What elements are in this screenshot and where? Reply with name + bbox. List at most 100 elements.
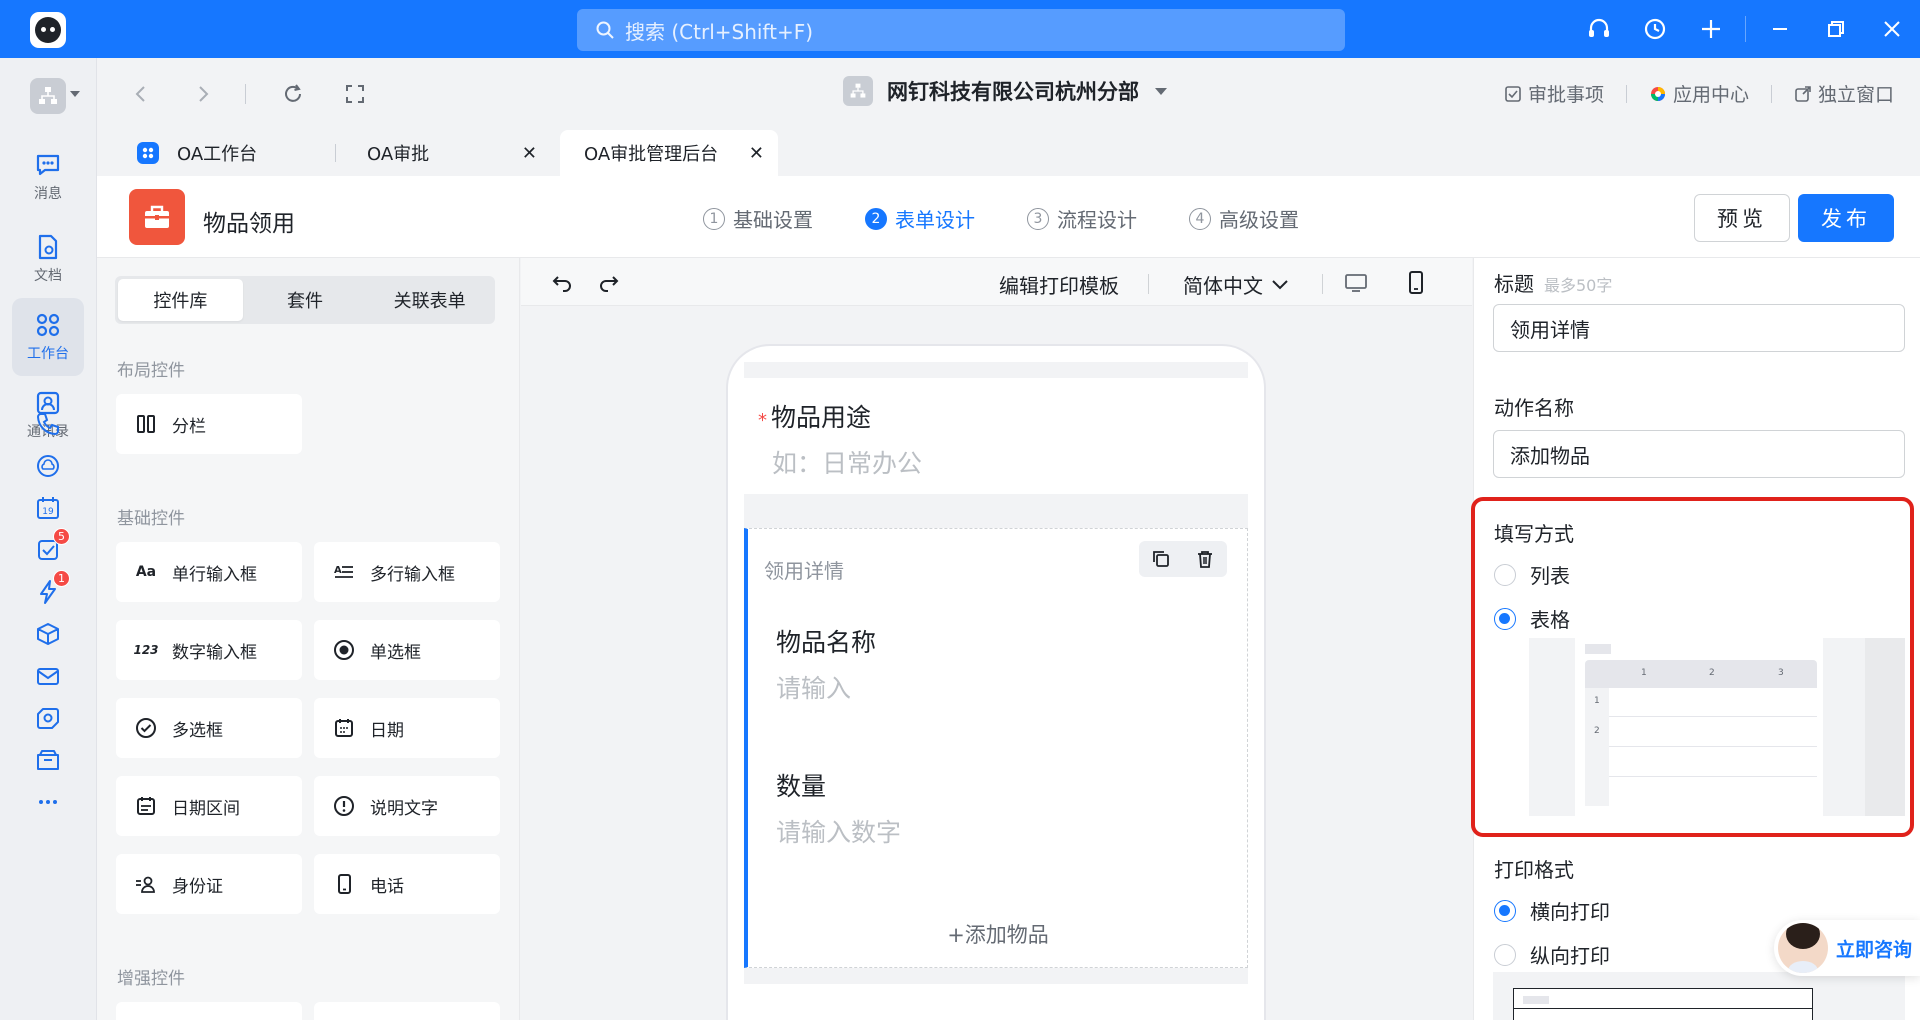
mobile-preview-icon[interactable] xyxy=(1403,270,1429,296)
undo-icon[interactable] xyxy=(549,270,575,296)
standalone-window-link[interactable]: 独立窗口 xyxy=(1780,80,1908,107)
enhanced-section-title: 增强控件 xyxy=(117,969,185,989)
tab-oa-workbench[interactable]: OA工作台 xyxy=(137,130,327,176)
approval-check-icon xyxy=(1505,85,1521,102)
phone-call-icon[interactable] xyxy=(32,408,64,440)
app-center-link[interactable]: 应用中心 xyxy=(1635,80,1763,107)
checkbox-icon xyxy=(134,716,158,740)
trash-icon[interactable] xyxy=(1195,549,1215,569)
dingtalk-logo[interactable] xyxy=(30,12,66,48)
widget-id-card[interactable]: 身份证 xyxy=(116,854,302,914)
support-avatar xyxy=(1778,923,1828,973)
cloud-icon[interactable] xyxy=(32,450,64,482)
mail-icon[interactable] xyxy=(32,660,64,692)
tab-oa-approval[interactable]: OA审批 ✕ xyxy=(367,130,537,176)
step-flow-design[interactable]: 3 流程设计 xyxy=(1027,204,1137,233)
date-icon xyxy=(332,716,356,740)
step-basic-settings[interactable]: 1 基础设置 xyxy=(703,204,813,233)
item-name-placeholder: 请输入 xyxy=(776,674,852,703)
widget-date[interactable]: 日期 xyxy=(314,698,500,758)
field-item-next[interactable] xyxy=(744,984,1248,1020)
tab-widget-library[interactable]: 控件库 xyxy=(118,279,243,321)
workbench-icon xyxy=(36,313,60,337)
add-item-button[interactable]: +添加物品 xyxy=(748,919,1248,949)
approval-items-link[interactable]: 审批事项 xyxy=(1490,80,1618,107)
redo-icon[interactable] xyxy=(596,270,622,296)
headset-icon[interactable] xyxy=(1571,0,1627,58)
copy-icon[interactable] xyxy=(1151,549,1171,569)
tab-oa-approval-admin[interactable]: OA审批管理后台 ✕ xyxy=(560,130,778,176)
widget-columns[interactable]: 分栏 xyxy=(116,394,302,454)
search-icon xyxy=(596,21,614,39)
browser-nav-row: 网钉科技有限公司杭州分部 审批事项 应用中心 独立窗口 xyxy=(97,58,1920,130)
publish-button[interactable]: 发布 xyxy=(1798,194,1894,242)
layout-section-title: 布局控件 xyxy=(117,361,185,381)
title-prop-label: 标题 xyxy=(1494,272,1534,296)
dock-item-docs[interactable]: 文档 xyxy=(12,220,84,298)
widget-description-text[interactable]: 说明文字 xyxy=(314,776,500,836)
tab-suite[interactable]: 套件 xyxy=(243,279,368,321)
oa-workbench-icon xyxy=(137,142,159,164)
drive-icon[interactable] xyxy=(32,702,64,734)
folder-icon[interactable] xyxy=(32,744,64,776)
fullscreen-icon[interactable] xyxy=(341,80,369,108)
close-window-icon[interactable] xyxy=(1864,0,1920,58)
dock-item-messages[interactable]: 消息 xyxy=(12,138,84,216)
refresh-icon[interactable] xyxy=(279,80,307,108)
cube-icon[interactable] xyxy=(32,618,64,650)
company-switcher[interactable]: 网钉科技有限公司杭州分部 xyxy=(843,76,1167,106)
title-input[interactable]: 领用详情 xyxy=(1493,304,1905,352)
history-icon[interactable] xyxy=(1627,0,1683,58)
field-item-purpose[interactable]: * 物品用途 如：日常办公 xyxy=(744,378,1248,494)
back-icon[interactable] xyxy=(127,80,155,108)
id-card-icon xyxy=(134,872,158,896)
minimize-icon[interactable] xyxy=(1752,0,1808,58)
print-portrait-radio[interactable]: 纵向打印 xyxy=(1494,940,1610,969)
todo-icon[interactable]: 5 xyxy=(32,528,70,566)
desktop-preview-icon[interactable] xyxy=(1343,270,1369,296)
action-name-input[interactable]: 添加物品 xyxy=(1493,430,1905,478)
preview-button[interactable]: 预览 xyxy=(1694,194,1790,242)
dock-item-workbench[interactable]: 工作台 xyxy=(12,298,84,376)
canvas-toolbar: 编辑打印模板 简体中文 xyxy=(521,258,1472,306)
org-caret-icon[interactable] xyxy=(70,91,80,97)
title-bar: 搜索 (Ctrl+Shift+F) xyxy=(0,0,1920,58)
toolbox-icon xyxy=(129,189,185,245)
detail-table-field[interactable]: 领用详情 物品名称 请输入 数量 请输入数字 +添加物品 xyxy=(744,528,1248,968)
calendar-icon[interactable]: 19 xyxy=(32,492,64,524)
language-select[interactable]: 简体中文 xyxy=(1183,270,1289,299)
close-tab-icon[interactable]: ✕ xyxy=(749,143,764,164)
org-icon xyxy=(843,76,873,106)
widget-multi-line-input[interactable]: A 多行输入框 xyxy=(314,542,500,602)
forward-icon[interactable] xyxy=(189,80,217,108)
app-name: 物品领用 xyxy=(203,211,295,237)
widget-checkbox[interactable]: 多选框 xyxy=(116,698,302,758)
step-form-design[interactable]: 2 表单设计 xyxy=(865,204,975,233)
widget-enhanced-placeholder[interactable] xyxy=(116,1002,302,1020)
date-range-icon xyxy=(134,794,158,818)
widget-phone[interactable]: 电话 xyxy=(314,854,500,914)
widget-date-range[interactable]: 日期区间 xyxy=(116,776,302,836)
more-icon[interactable] xyxy=(32,786,64,818)
widget-enhanced-placeholder[interactable] xyxy=(314,1002,500,1020)
edit-print-template-button[interactable]: 编辑打印模板 xyxy=(999,270,1119,299)
global-search-input[interactable]: 搜索 (Ctrl+Shift+F) xyxy=(577,9,1345,51)
quantity-label: 数量 xyxy=(776,772,827,801)
widget-radio[interactable]: 单选框 xyxy=(314,620,500,680)
print-landscape-radio[interactable]: 横向打印 xyxy=(1494,896,1610,925)
number-input-icon: 123 xyxy=(133,643,159,657)
lightning-icon[interactable]: 1 xyxy=(32,570,70,608)
widget-number-input[interactable]: 123 数字输入框 xyxy=(116,620,302,680)
info-icon xyxy=(332,794,356,818)
widget-single-line-input[interactable]: Aa 单行输入框 xyxy=(116,542,302,602)
app-center-icon xyxy=(1650,86,1665,101)
plus-icon[interactable] xyxy=(1683,0,1739,58)
phone-icon xyxy=(332,872,356,896)
radio-icon xyxy=(332,638,356,662)
consult-now-button[interactable]: 立即咨询 xyxy=(1774,920,1920,976)
org-switcher-icon[interactable] xyxy=(30,78,66,114)
restore-icon[interactable] xyxy=(1808,0,1864,58)
tab-related-form[interactable]: 关联表单 xyxy=(367,279,492,321)
step-advanced-settings[interactable]: 4 高级设置 xyxy=(1189,204,1299,233)
close-tab-icon[interactable]: ✕ xyxy=(522,143,537,164)
